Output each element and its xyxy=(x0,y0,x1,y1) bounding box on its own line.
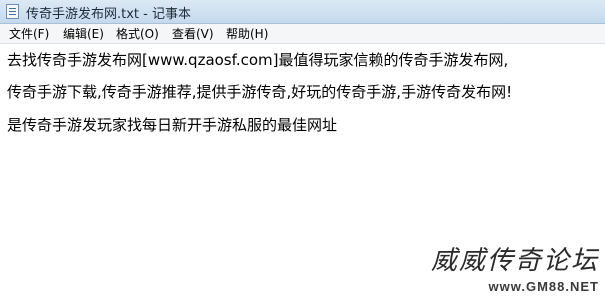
menu-help[interactable]: 帮助(H) xyxy=(226,26,268,42)
watermark-title: 威威传奇论坛 xyxy=(430,246,599,276)
title-bar: 传奇手游发布网.txt - 记事本 xyxy=(0,0,605,24)
menu-format[interactable]: 格式(O) xyxy=(116,26,159,42)
notepad-icon xyxy=(6,4,19,19)
menu-view[interactable]: 查看(V) xyxy=(172,26,214,42)
watermark-url: www.GM88.NET xyxy=(488,279,599,294)
menu-bar: 文件(F) 编辑(E) 格式(O) 查看(V) 帮助(H) xyxy=(0,24,605,44)
editor-line-2: 传奇手游下载,传奇手游推荐,提供手游传奇,好玩的传奇手游,手游传奇发布网! xyxy=(7,83,513,101)
editor-line-3: 是传奇手游发玩家找每日新开手游私服的最佳网址 xyxy=(7,116,338,134)
window-title: 传奇手游发布网.txt - 记事本 xyxy=(26,7,191,22)
watermark: 威威传奇论坛 www.GM88.NET xyxy=(431,240,599,294)
menu-edit[interactable]: 编辑(E) xyxy=(63,26,104,42)
menu-file[interactable]: 文件(F) xyxy=(9,26,49,42)
editor-line-1: 去找传奇手游发布网[www.qzaosf.com]最值得玩家信赖的传奇手游发布网… xyxy=(7,51,509,69)
